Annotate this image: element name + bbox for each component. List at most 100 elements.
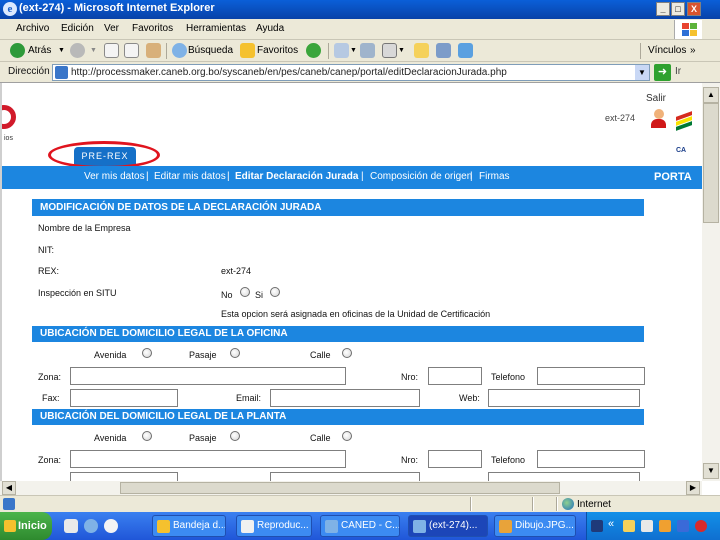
back-arrow-icon[interactable] xyxy=(10,43,25,58)
menu-herramientas[interactable]: Herramientas xyxy=(186,23,246,34)
planta-telefono-input[interactable] xyxy=(537,450,645,468)
nav-separator: | xyxy=(470,171,473,182)
status-divider xyxy=(556,497,558,511)
horizontal-scrollbar[interactable]: ◀ ▶ xyxy=(0,481,702,495)
task-caned[interactable]: CANED - C... xyxy=(320,515,400,537)
maximize-button[interactable]: □ xyxy=(671,2,685,16)
minimize-button[interactable]: _ xyxy=(656,2,670,16)
menu-favoritos[interactable]: Favoritos xyxy=(132,23,173,34)
tray-app-icon[interactable] xyxy=(677,520,689,532)
refresh-icon[interactable] xyxy=(124,43,139,58)
history-dropdown-icon[interactable]: ▼ xyxy=(350,43,357,59)
oficina-zona-input[interactable] xyxy=(70,367,346,385)
links-more-icon[interactable]: » xyxy=(690,43,696,59)
back-dropdown-icon[interactable]: ▼ xyxy=(58,43,65,59)
oficina-email-label: Email: xyxy=(236,393,262,403)
bolivia-flag-icon xyxy=(676,111,692,131)
task-ext-274[interactable]: (ext-274)... xyxy=(408,515,488,537)
menu-archivo[interactable]: Archivo xyxy=(16,23,49,34)
forward-dropdown-icon[interactable]: ▼ xyxy=(90,43,97,59)
history-icon[interactable] xyxy=(334,43,349,58)
oficina-avenida-radio[interactable] xyxy=(142,348,152,358)
oficina-fax-input[interactable] xyxy=(70,389,178,407)
links-button[interactable]: Vínculos xyxy=(648,43,686,59)
discuss-icon[interactable] xyxy=(436,43,451,58)
oficina-telefono-input[interactable] xyxy=(537,367,645,385)
nav-ver-mis-datos[interactable]: Ver mis datos xyxy=(84,171,145,182)
close-button[interactable]: X xyxy=(687,2,701,16)
oficina-web-input[interactable] xyxy=(488,389,640,407)
favorites-button[interactable]: Favoritos xyxy=(257,43,298,59)
favorites-star-icon[interactable] xyxy=(240,43,255,58)
scroll-left-icon[interactable]: ◀ xyxy=(2,481,16,495)
mail-tray-icon[interactable] xyxy=(623,520,635,532)
tray-app-icon[interactable] xyxy=(659,520,671,532)
oficina-nro-input[interactable] xyxy=(428,367,482,385)
task-dibujo[interactable]: Dibujo.JPG... xyxy=(494,515,576,537)
edit-icon[interactable] xyxy=(414,43,429,58)
ie-quicklaunch-icon[interactable] xyxy=(84,519,98,533)
hscroll-thumb[interactable] xyxy=(120,482,560,494)
start-button[interactable]: Inicio xyxy=(0,512,52,540)
planta-web-input[interactable] xyxy=(488,472,640,481)
oficina-email-input[interactable] xyxy=(270,389,420,407)
go-button[interactable]: Ir xyxy=(675,66,681,77)
language-icon[interactable] xyxy=(591,520,603,532)
tray-expand-icon[interactable]: « xyxy=(608,518,614,530)
planta-fax-input[interactable] xyxy=(70,472,178,481)
planta-calle-radio[interactable] xyxy=(342,431,352,441)
oficina-calle-radio[interactable] xyxy=(342,348,352,358)
scroll-right-icon[interactable]: ▶ xyxy=(686,481,700,495)
vertical-scrollbar[interactable]: ▲ ▼ xyxy=(702,83,720,481)
planta-nro-input[interactable] xyxy=(428,450,482,468)
media-icon[interactable] xyxy=(306,43,321,58)
security-shield-icon[interactable] xyxy=(695,520,707,532)
print-icon[interactable] xyxy=(382,43,397,58)
address-input[interactable]: http://processmaker.caneb.org.bo/syscane… xyxy=(52,64,650,81)
go-arrow-icon[interactable]: ➜ xyxy=(654,64,671,81)
planta-avenida-radio[interactable] xyxy=(142,431,152,441)
address-dropdown-icon[interactable]: ▼ xyxy=(635,65,649,80)
planta-zona-label: Zona: xyxy=(38,455,62,465)
back-button[interactable]: Atrás xyxy=(28,43,51,59)
mail-icon[interactable] xyxy=(360,43,375,58)
home-icon[interactable] xyxy=(146,43,161,58)
print-dropdown-icon[interactable]: ▼ xyxy=(398,43,405,59)
planta-email-input[interactable] xyxy=(270,472,420,481)
nav-firmas[interactable]: Firmas xyxy=(479,171,510,182)
scroll-down-icon[interactable]: ▼ xyxy=(703,463,719,479)
inspeccion-si-radio[interactable] xyxy=(270,287,280,297)
nav-editar-mis-datos[interactable]: Editar mis datos xyxy=(154,171,226,182)
oficina-pasaje-radio[interactable] xyxy=(230,348,240,358)
taskbar: Inicio » Bandeja d... Reproduc... CANED … xyxy=(0,512,720,540)
title-bar: e (ext-274) - Microsoft Internet Explore… xyxy=(0,0,720,19)
menu-ver[interactable]: Ver xyxy=(104,23,119,34)
salir-link[interactable]: Salir xyxy=(646,93,666,104)
show-desktop-icon[interactable] xyxy=(64,519,78,533)
inspeccion-no-radio[interactable] xyxy=(240,287,250,297)
planta-section-title: UBICACIÓN DEL DOMICILIO LEGAL DE LA PLAN… xyxy=(32,409,644,425)
menu-edicion[interactable]: Edición xyxy=(61,23,94,34)
logo-text: ios xyxy=(4,135,13,142)
search-icon[interactable] xyxy=(172,43,187,58)
can-logo-text: CA xyxy=(676,147,687,154)
nav-composicion-de-origen[interactable]: Composición de origen xyxy=(370,171,472,182)
task-bandeja[interactable]: Bandeja d... xyxy=(152,515,226,537)
scroll-thumb[interactable] xyxy=(703,103,719,223)
messenger-icon[interactable] xyxy=(458,43,473,58)
oficina-section-title: UBICACIÓN DEL DOMICILIO LEGAL DE LA OFIC… xyxy=(32,326,644,342)
nav-editar-declaracion-jurada[interactable]: Editar Declaración Jurada xyxy=(235,171,358,182)
planta-zona-input[interactable] xyxy=(70,450,346,468)
oficina-fax-label: Fax: xyxy=(42,393,60,403)
search-button[interactable]: Búsqueda xyxy=(188,43,233,59)
address-url[interactable]: http://processmaker.caneb.org.bo/syscane… xyxy=(71,67,507,78)
forward-arrow-icon[interactable] xyxy=(70,43,85,58)
planta-pasaje-radio[interactable] xyxy=(230,431,240,441)
stop-icon[interactable] xyxy=(104,43,119,58)
media-player-icon[interactable] xyxy=(104,519,118,533)
task-label: Dibujo.JPG... xyxy=(515,520,574,531)
menu-ayuda[interactable]: Ayuda xyxy=(256,23,284,34)
scroll-up-icon[interactable]: ▲ xyxy=(703,87,719,103)
task-reproductor[interactable]: Reproduc... xyxy=(236,515,312,537)
tray-app-icon[interactable] xyxy=(641,520,653,532)
